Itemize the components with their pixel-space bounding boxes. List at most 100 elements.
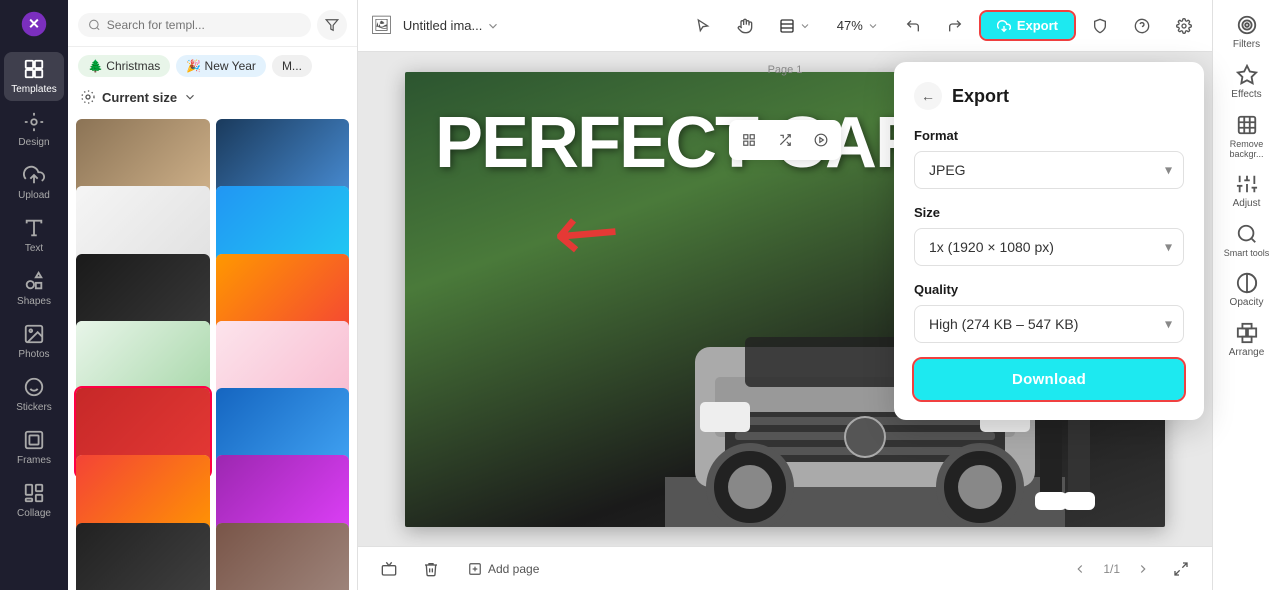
- add-page-button[interactable]: Add page: [458, 558, 549, 580]
- current-size-bar[interactable]: Current size: [68, 81, 357, 113]
- bottom-right: 1/1: [1065, 554, 1196, 584]
- template-tabs: 🌲 Christmas 🎉 New Year M...: [68, 47, 357, 81]
- templates-search-area: [68, 0, 357, 47]
- right-item-effects[interactable]: Effects: [1217, 58, 1277, 106]
- layout-icon: [779, 18, 795, 34]
- size-label: Size: [914, 205, 1184, 220]
- sidebar-item-label-photos: Photos: [18, 349, 49, 360]
- preview-button[interactable]: [805, 124, 837, 156]
- current-size-chevron-icon: [183, 90, 197, 104]
- format-select-wrap: JPEG PNG PDF SVG MP4 ▾: [914, 151, 1184, 189]
- search-input[interactable]: [107, 18, 301, 32]
- format-select[interactable]: JPEG PNG PDF SVG MP4: [914, 151, 1184, 189]
- format-label: Format: [914, 128, 1184, 143]
- zoom-chevron-icon: [867, 20, 879, 32]
- search-input-wrap[interactable]: [78, 13, 311, 37]
- left-sidebar: ✕ Templates Design Upload Text Shapes Ph…: [0, 0, 68, 590]
- redo-button[interactable]: [939, 10, 971, 42]
- sidebar-item-text[interactable]: Text: [4, 211, 64, 260]
- right-item-smart-tools[interactable]: Smart tools: [1217, 217, 1277, 264]
- grid-view-button[interactable]: [733, 124, 765, 156]
- add-page-icon: [468, 562, 482, 576]
- sidebar-item-label-templates: Templates: [11, 84, 57, 95]
- export-panel: ← Export Format JPEG PNG PDF SVG MP4 ▾ S…: [894, 62, 1204, 420]
- sidebar-item-shapes[interactable]: Shapes: [4, 264, 64, 313]
- tab-more[interactable]: M...: [272, 55, 312, 77]
- right-item-remove-bg[interactable]: Remove backgr...: [1217, 108, 1277, 165]
- storyboard-icon: [381, 561, 397, 577]
- current-size-icon: [80, 89, 96, 105]
- layout-chevron-icon: [799, 20, 811, 32]
- select-tool-button[interactable]: [687, 10, 719, 42]
- doc-title-button[interactable]: Untitled ima...: [403, 18, 500, 33]
- right-item-label-opacity: Opacity: [1230, 297, 1264, 308]
- app-logo[interactable]: ✕: [18, 8, 50, 40]
- arrange-icon: [1236, 322, 1258, 344]
- right-item-label-smart-tools: Smart tools: [1224, 248, 1270, 258]
- sidebar-item-stickers[interactable]: Stickers: [4, 370, 64, 419]
- sidebar-item-label-collage: Collage: [17, 508, 51, 519]
- export-back-button[interactable]: ←: [914, 82, 942, 110]
- quality-select[interactable]: High (274 KB – 547 KB) Medium Low: [914, 305, 1184, 343]
- zoom-button[interactable]: 47%: [829, 14, 887, 37]
- sidebar-item-frames[interactable]: Frames: [4, 423, 64, 472]
- template-thumb-14[interactable]: [216, 523, 350, 590]
- right-item-label-adjust: Adjust: [1233, 198, 1261, 209]
- help-button[interactable]: [1126, 10, 1158, 42]
- right-item-opacity[interactable]: Opacity: [1217, 266, 1277, 314]
- sidebar-item-photos[interactable]: Photos: [4, 317, 64, 366]
- person-legs: [1025, 407, 1105, 527]
- quality-section: Quality High (274 KB – 547 KB) Medium Lo…: [914, 282, 1184, 343]
- prev-page-icon: [1073, 562, 1087, 576]
- bottom-toolbar: Add page 1/1: [358, 546, 1212, 590]
- delete-button[interactable]: [416, 554, 446, 584]
- sidebar-item-upload[interactable]: Upload: [4, 158, 64, 207]
- right-item-arrange[interactable]: Arrange: [1217, 316, 1277, 364]
- right-item-label-arrange: Arrange: [1229, 347, 1265, 358]
- component-icon: [778, 133, 792, 147]
- sidebar-item-collage[interactable]: Collage: [4, 476, 64, 525]
- next-page-button[interactable]: [1128, 554, 1158, 584]
- export-panel-header: ← Export: [914, 82, 1184, 110]
- right-item-label-remove-bg: Remove backgr...: [1221, 139, 1273, 159]
- settings-button[interactable]: [1168, 10, 1200, 42]
- canvas-text-overlay: PERFECT CAR: [435, 102, 925, 184]
- filter-icon: [325, 18, 339, 32]
- export-icon: [997, 19, 1011, 33]
- filter-button[interactable]: [317, 10, 347, 40]
- canvas-float-toolbar: [729, 120, 841, 160]
- opacity-icon: [1236, 272, 1258, 294]
- doc-icon: 🖼: [370, 15, 393, 36]
- tab-newyear[interactable]: 🎉 New Year: [176, 55, 266, 77]
- sidebar-item-label-shapes: Shapes: [17, 296, 51, 307]
- right-sidebar: Filters Effects Remove backgr... Adjust …: [1212, 0, 1280, 590]
- sidebar-item-label-frames: Frames: [17, 455, 51, 466]
- pan-tool-button[interactable]: [729, 10, 761, 42]
- select-icon: [695, 18, 711, 34]
- sidebar-item-templates[interactable]: Templates: [4, 52, 64, 101]
- export-button[interactable]: Export: [981, 12, 1074, 39]
- pan-icon: [737, 18, 753, 34]
- doc-title-chevron-icon: [486, 19, 500, 33]
- search-icon: [88, 18, 101, 32]
- download-button[interactable]: Download: [914, 359, 1184, 400]
- right-item-label-effects: Effects: [1231, 89, 1261, 100]
- layout-button[interactable]: [771, 14, 819, 38]
- storyboard-button[interactable]: [374, 554, 404, 584]
- svg-text:✕: ✕: [28, 15, 40, 31]
- tab-christmas[interactable]: 🌲 Christmas: [78, 55, 170, 77]
- format-section: Format JPEG PNG PDF SVG MP4 ▾: [914, 128, 1184, 189]
- component-view-button[interactable]: [769, 124, 801, 156]
- remove-bg-icon: [1236, 114, 1258, 136]
- undo-button[interactable]: [897, 10, 929, 42]
- right-item-adjust[interactable]: Adjust: [1217, 167, 1277, 215]
- prev-page-button[interactable]: [1065, 554, 1095, 584]
- page-indicator: 1/1: [1103, 562, 1120, 576]
- fullscreen-button[interactable]: [1166, 554, 1196, 584]
- sidebar-item-label-text: Text: [25, 243, 43, 254]
- right-item-filters[interactable]: Filters: [1217, 8, 1277, 56]
- template-thumb-13[interactable]: [76, 523, 210, 590]
- shield-button[interactable]: [1084, 10, 1116, 42]
- sidebar-item-design[interactable]: Design: [4, 105, 64, 154]
- size-select[interactable]: 1x (1920 × 1080 px) 2x (3840 × 2160 px) …: [914, 228, 1184, 266]
